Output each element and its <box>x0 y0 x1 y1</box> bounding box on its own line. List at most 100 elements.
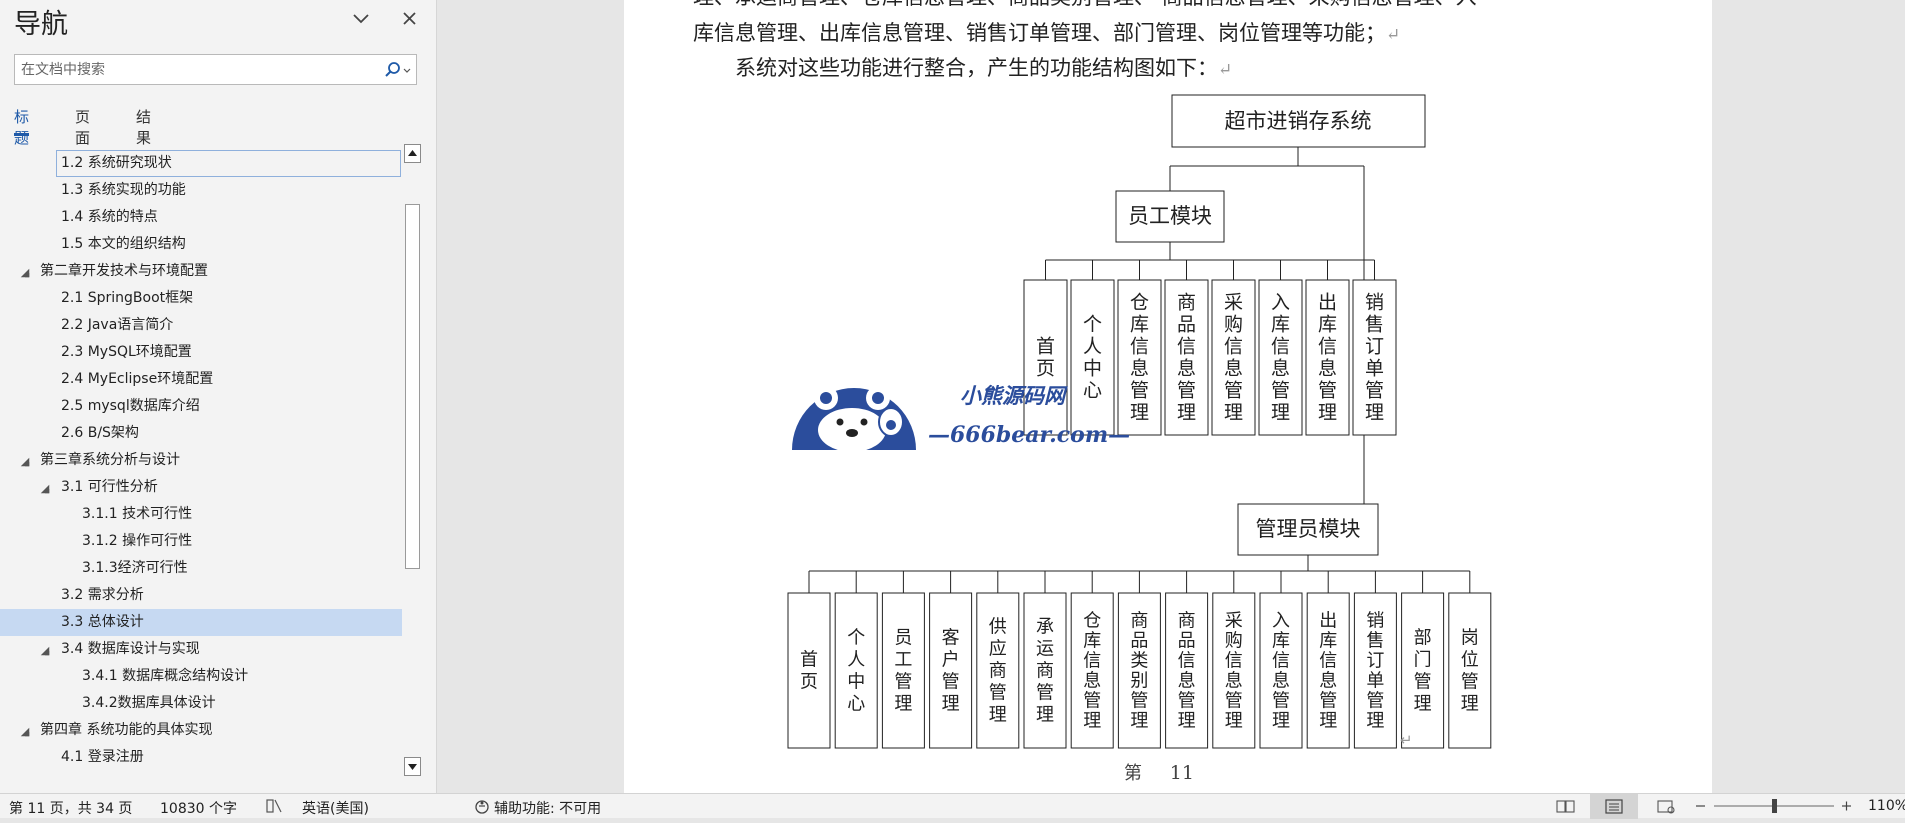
admin-function-label: 个人中心 <box>847 628 865 715</box>
nav-heading-label: 3.3 总体设计 <box>61 614 144 630</box>
tab-headings[interactable]: 标题 <box>14 106 30 148</box>
proofing-status-button[interactable] <box>264 796 284 817</box>
nav-heading-label: 2.5 mysql数据库介绍 <box>61 398 200 414</box>
employee-function-label: 首页 <box>1036 336 1055 380</box>
scroll-down-button[interactable] <box>404 757 421 776</box>
admin-function-label: 部门管理 <box>1414 628 1432 715</box>
accessibility-status[interactable]: 辅助功能: 不可用 <box>494 798 601 818</box>
nav-heading-label: 3.1 可行性分析 <box>61 479 158 495</box>
nav-heading-item[interactable]: 第四章 系统功能的具体实现 <box>0 717 403 744</box>
nav-heading-label: 2.2 Java语言简介 <box>61 317 174 333</box>
employee-module-label: 员工模块 <box>1128 204 1212 228</box>
nav-heading-item[interactable]: 3.1.1 技术可行性 <box>0 501 403 528</box>
word-count-status[interactable]: 10830 个字 <box>160 798 237 818</box>
zoom-slider-track <box>1714 799 1834 813</box>
admin-function-label: 仓库信息管理 <box>1083 611 1101 732</box>
admin-function-label: 入库信息管理 <box>1272 611 1290 732</box>
nav-heading-item[interactable]: 1.3 系统实现的功能 <box>0 177 403 204</box>
web-layout-icon <box>1657 800 1675 814</box>
nav-heading-label: 3.4.1 数据库概念结构设计 <box>82 668 249 684</box>
nav-heading-label: 2.3 MySQL环境配置 <box>61 344 192 360</box>
document-area[interactable]: 理、承运商管理、仓库信息管理、商品类别管理、 商品信息管理、采购信息管理、入 库… <box>438 0 1905 793</box>
heading-tree: 1.2 系统研究现状 1.3 系统实现的功能 1.4 系统的特点 1.5 本文的组织结… <box>0 150 405 776</box>
nav-heading-item[interactable]: 3.4 数据库设计与实现 <box>0 636 403 663</box>
employee-function-label: 入库信息管理 <box>1271 292 1290 424</box>
zoom-out-button[interactable] <box>1694 796 1708 817</box>
nav-heading-item[interactable]: 1.4 系统的特点 <box>0 204 403 231</box>
scroll-up-button[interactable] <box>404 144 421 163</box>
collapse-triangle-icon[interactable] <box>40 484 50 494</box>
nav-heading-item[interactable]: 2.6 B/S架构 <box>0 420 403 447</box>
page-number-value: 11 <box>1169 762 1194 784</box>
nav-heading-item[interactable]: 3.4.1 数据库概念结构设计 <box>0 663 403 690</box>
nav-heading-item[interactable]: 3.4.2数据库具体设计 <box>0 690 403 717</box>
admin-function-label: 出库信息管理 <box>1319 611 1337 732</box>
admin-function-box <box>929 592 973 749</box>
admin-function-label: 客户管理 <box>942 628 960 715</box>
plus-icon <box>1842 801 1851 811</box>
nav-heading-item[interactable]: 第三章系统分析与设计 <box>0 447 403 474</box>
accessibility-icon <box>475 800 489 814</box>
nav-heading-item[interactable]: 第二章开发技术与环境配置 <box>0 258 403 285</box>
nav-heading-label: 第四章 系统功能的具体实现 <box>40 722 213 738</box>
admin-function-box <box>1401 592 1445 749</box>
nav-heading-item[interactable]: 2.3 MySQL环境配置 <box>0 339 403 366</box>
accessibility-status-icon-wrap[interactable] <box>472 796 494 817</box>
nav-close-button[interactable] <box>396 4 424 32</box>
nav-heading-item[interactable]: 3.1.2 操作可行性 <box>0 528 403 555</box>
tab-pages[interactable]: 页面 <box>75 106 90 148</box>
admin-function-label: 商品类别管理 <box>1130 611 1148 732</box>
nav-heading-item[interactable]: 2.2 Java语言简介 <box>0 312 403 339</box>
admin-function-box <box>834 592 878 749</box>
collapse-triangle-icon[interactable] <box>20 268 30 278</box>
paragraph-mark: ↵ <box>1400 731 1413 749</box>
zoom-slider[interactable] <box>1712 796 1836 817</box>
language-status[interactable]: 英语(美国) <box>302 798 369 818</box>
read-mode-button[interactable] <box>1553 796 1579 817</box>
nav-heading-label: 第三章系统分析与设计 <box>40 452 180 468</box>
nav-heading-label: 第二章开发技术与环境配置 <box>40 263 208 279</box>
zoom-level[interactable]: 110% <box>1868 798 1905 814</box>
page-count-status[interactable]: 第 11 页，共 34 页 <box>9 798 132 818</box>
chevron-down-icon <box>353 14 369 24</box>
print-layout-icon <box>1605 799 1623 814</box>
nav-heading-label: 3.1.2 操作可行性 <box>82 533 193 549</box>
nav-heading-item[interactable]: 2.5 mysql数据库介绍 <box>0 393 403 420</box>
nav-heading-item[interactable]: 2.4 MyEclipse环境配置 <box>0 366 403 393</box>
print-layout-button[interactable] <box>1590 794 1638 819</box>
admin-function-box <box>881 592 925 749</box>
admin-function-box <box>787 592 831 749</box>
document-page[interactable]: 理、承运商管理、仓库信息管理、商品类别管理、 商品信息管理、采购信息管理、入 库… <box>624 0 1712 793</box>
nav-heading-item[interactable]: 4.1 登录注册 <box>0 744 403 771</box>
nav-heading-item[interactable]: 3.3 总体设计 <box>0 609 403 636</box>
web-layout-button[interactable] <box>1654 796 1678 817</box>
nav-scrollbar[interactable] <box>402 144 422 777</box>
employee-function-label: 采购信息管理 <box>1224 292 1243 424</box>
nav-heading-label: 2.4 MyEclipse环境配置 <box>61 371 214 387</box>
collapse-triangle-icon[interactable] <box>20 457 30 467</box>
collapse-triangle-icon[interactable] <box>20 727 30 737</box>
search-icon <box>385 62 411 77</box>
nav-heading-item[interactable]: 1.5 本文的组织结构 <box>0 231 403 258</box>
nav-heading-label: 4.1 登录注册 <box>61 749 144 765</box>
minus-icon <box>1696 805 1705 807</box>
scroll-thumb[interactable] <box>405 204 420 569</box>
employee-function-label: 销售订单管理 <box>1365 292 1384 424</box>
zoom-in-button[interactable] <box>1840 796 1854 817</box>
admin-function-label: 供应商管理 <box>989 617 1007 726</box>
search-button[interactable] <box>380 58 414 82</box>
nav-heading-item[interactable]: 2.1 SpringBoot框架 <box>0 285 403 312</box>
nav-pane-title: 导航 <box>14 9 68 40</box>
tab-results[interactable]: 结果 <box>136 106 151 148</box>
nav-heading-label: 3.1.3经济可行性 <box>82 560 188 576</box>
nav-heading-item[interactable]: 3.1 可行性分析 <box>0 474 403 501</box>
employee-function-label: 出库信息管理 <box>1318 292 1337 424</box>
admin-function-label: 首页 <box>800 650 818 693</box>
nav-heading-item[interactable]: 3.1.3经济可行性 <box>0 555 403 582</box>
nav-options-button[interactable] <box>346 4 376 32</box>
collapse-triangle-icon[interactable] <box>40 646 50 656</box>
nav-heading-item[interactable]: 3.2 需求分析 <box>0 582 403 609</box>
search-input[interactable] <box>21 55 381 84</box>
nav-heading-item[interactable]: 1.2 系统研究现状 <box>0 150 403 177</box>
nav-heading-label: 1.3 系统实现的功能 <box>61 182 186 198</box>
